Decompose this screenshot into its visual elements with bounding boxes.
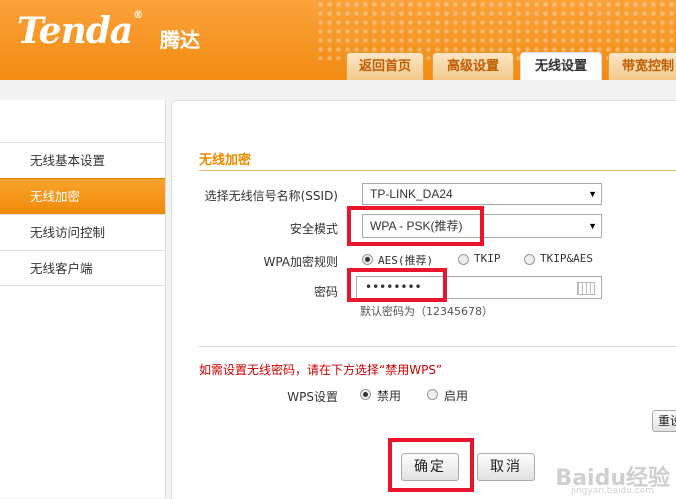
logo-chinese: 腾达 <box>160 28 200 52</box>
keyboard-icon[interactable] <box>577 282 595 295</box>
sidebar-item-basic[interactable]: 无线基本设置 <box>0 142 165 178</box>
wps-enable-radio[interactable] <box>427 389 438 400</box>
sidebar-item-access-control[interactable]: 无线访问控制 <box>0 214 165 250</box>
sidebar-item-encryption[interactable]: 无线加密 <box>0 178 165 214</box>
tenda-logo: Tenda® <box>17 10 143 52</box>
wpa-aes-label: AES(推荐) <box>378 254 434 267</box>
dropdown-arrow-icon: ▼ <box>588 189 597 199</box>
cancel-button[interactable]: 取消 <box>477 453 535 481</box>
section-underline <box>199 170 676 171</box>
password-input[interactable]: •••••••• <box>356 276 602 299</box>
wps-label: WPS设置 <box>287 390 338 404</box>
tab-bandwidth[interactable]: 带宽控制 <box>608 52 676 80</box>
main-panel: 无线加密 选择无线信号名称(SSID) TP-LINK_DA24 ▼ 安全模式 … <box>171 100 676 499</box>
sidebar: 无线基本设置 无线加密 无线访问控制 无线客户端 <box>0 100 166 498</box>
ssid-value: TP-LINK_DA24 <box>370 187 453 201</box>
ok-button[interactable]: 确定 <box>401 453 459 481</box>
sidebar-item-clients[interactable]: 无线客户端 <box>0 250 165 286</box>
wps-enable-label: 启用 <box>444 389 469 403</box>
baidu-watermark-url: jingyan.baidu.com <box>570 486 654 496</box>
section-divider <box>199 346 676 347</box>
logo-text: Tenda <box>17 10 133 52</box>
password-value: •••••••• <box>365 280 422 294</box>
tab-wireless[interactable]: 无线设置 <box>520 52 602 80</box>
tab-advanced[interactable]: 高级设置 <box>432 52 514 80</box>
wpa-tkip-label: TKIP <box>474 252 501 265</box>
wps-disable-radio[interactable] <box>360 389 371 400</box>
wpa-tkip-aes-radio[interactable] <box>524 254 535 265</box>
wps-warning: 如需设置无线密码，请在下方选择“禁用WPS” <box>199 363 443 377</box>
ssid-label: 选择无线信号名称(SSID) <box>204 189 338 203</box>
wpa-aes-radio[interactable] <box>362 254 373 265</box>
password-label: 密码 <box>313 285 338 299</box>
dropdown-arrow-icon: ▼ <box>588 221 597 231</box>
reset-button[interactable]: 重设 <box>652 410 676 432</box>
wpa-tkip-radio[interactable] <box>458 254 469 265</box>
security-mode-value: WPA - PSK(推荐) <box>370 219 463 233</box>
tab-home[interactable]: 返回首页 <box>346 52 424 80</box>
security-mode-select[interactable]: WPA - PSK(推荐) ▼ <box>362 214 602 238</box>
wpa-tkip-aes-label: TKIP&AES <box>540 252 593 265</box>
section-title: 无线加密 <box>199 153 252 168</box>
security-mode-label: 安全模式 <box>289 222 338 236</box>
wpa-rule-label: WPA加密规则 <box>263 255 338 269</box>
header-pattern <box>316 0 676 60</box>
logo-reg-mark: ® <box>133 10 143 21</box>
password-hint: 默认密码为（12345678） <box>360 305 493 318</box>
header-bar: Tenda® 腾达 返回首页 高级设置 无线设置 带宽控制 <box>0 0 676 80</box>
wps-disable-label: 禁用 <box>377 389 402 403</box>
ssid-select[interactable]: TP-LINK_DA24 ▼ <box>362 183 602 205</box>
